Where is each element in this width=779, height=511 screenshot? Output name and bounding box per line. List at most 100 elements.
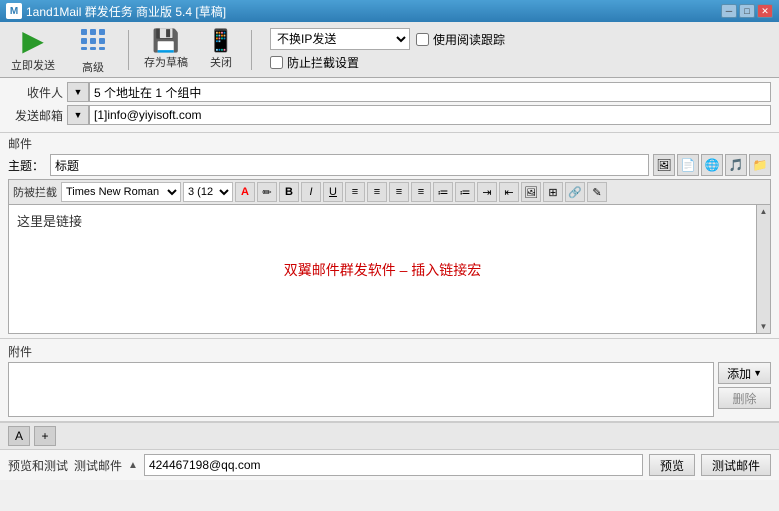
test-email-input[interactable]	[144, 454, 643, 476]
toolbar-separator-2	[251, 30, 252, 70]
editor-toolbar: 防被拦截 Times New Roman 3 (12 A ✏ B I U ≡ ≡…	[8, 179, 771, 204]
minimize-button[interactable]: ─	[721, 4, 737, 18]
advanced-label: 高级	[82, 59, 104, 75]
toolbar-right: 不换IP发送 换IP发送 轮换发送 使用阅读跟踪 防止拦截设置	[270, 28, 505, 71]
save-draft-icon: 💾	[152, 30, 179, 52]
italic-button[interactable]: I	[301, 182, 321, 202]
preview-button[interactable]: 预览	[649, 454, 695, 476]
track-checkbox[interactable]	[416, 33, 429, 46]
send-now-button[interactable]: ▶ 立即发送	[6, 24, 60, 76]
send-mode-select[interactable]: 不换IP发送 换IP发送 轮换发送	[270, 28, 410, 50]
delete-attachment-button[interactable]: 删除	[718, 387, 771, 409]
plus-button-label: +	[41, 429, 48, 443]
a-button-label: A	[15, 429, 23, 443]
subject-icons: 🖼 📄 🌐 🎵 📁	[653, 154, 771, 176]
close-draft-button[interactable]: 📱 关闭	[201, 27, 241, 73]
form-area: 收件人 ▼ 发送邮箱 ▼	[0, 78, 779, 133]
maximize-button[interactable]: □	[739, 4, 755, 18]
close-draft-label: 关闭	[210, 54, 232, 70]
add-attachment-button[interactable]: 添加 ▼	[718, 362, 771, 384]
title-bar: M 1and1Mail 群发任务 商业版 5.4 [草稿] ─ □ ✕	[0, 0, 779, 22]
preview-section-label: 预览和测试	[8, 457, 68, 474]
bold-button[interactable]: B	[279, 182, 299, 202]
editor-body-inner: 这里是链接 双翼邮件群发软件 – 插入链接宏	[17, 211, 748, 280]
recipient-label: 收件人	[8, 84, 63, 101]
editor-center-text: 双翼邮件群发软件 – 插入链接宏	[17, 260, 748, 280]
toolbar-separator-1	[128, 30, 129, 70]
attachment-content: 添加 ▼ 删除	[8, 362, 771, 417]
editor-link-text: 这里是链接	[17, 211, 748, 230]
insert-image-button[interactable]: 🖼	[521, 182, 541, 202]
subject-row: 主题： 🖼 📄 🌐 🎵 📁	[8, 154, 771, 176]
subject-input[interactable]	[50, 154, 649, 176]
add-dropdown-arrow: ▼	[753, 368, 762, 378]
outdent-button[interactable]: ⇤	[499, 182, 519, 202]
bottom-area: A +	[0, 422, 779, 449]
close-button[interactable]: ✕	[757, 4, 773, 18]
attachment-buttons: 添加 ▼ 删除	[718, 362, 771, 417]
insert-link-button[interactable]: 🔗	[565, 182, 585, 202]
send-mode-row: 不换IP发送 换IP发送 轮换发送 使用阅读跟踪	[270, 28, 505, 50]
edit-source-button[interactable]: ✎	[587, 182, 607, 202]
subject-icon-image[interactable]: 🖼	[653, 154, 675, 176]
mail-section-label: 邮件	[8, 135, 771, 152]
test-email-arrow-icon: ▲	[128, 460, 138, 471]
attachment-label: 附件	[8, 343, 771, 360]
block-checkbox[interactable]	[270, 56, 283, 69]
add-attachment-label: 添加	[727, 365, 751, 382]
align-justify-button[interactable]: ≡	[411, 182, 431, 202]
track-label: 使用阅读跟踪	[433, 31, 505, 48]
send-now-icon: ▶	[22, 27, 44, 55]
delete-attachment-label: 删除	[733, 390, 757, 407]
subject-icon-web[interactable]: 🌐	[701, 154, 723, 176]
indent-button[interactable]: ⇥	[477, 182, 497, 202]
font-color-button[interactable]: A	[235, 182, 255, 202]
advanced-icon	[79, 25, 107, 57]
save-draft-button[interactable]: 💾 存为草稿	[139, 27, 193, 73]
align-center-button[interactable]: ≡	[367, 182, 387, 202]
save-draft-label: 存为草稿	[144, 54, 188, 70]
attachment-list	[8, 362, 714, 417]
recipient-dropdown[interactable]: ▼	[67, 82, 89, 102]
font-size-select[interactable]: 3 (12	[183, 182, 233, 202]
scrollbar[interactable]: ▲ ▼	[756, 205, 770, 333]
subject-icon-folder[interactable]: 📁	[749, 154, 771, 176]
preview-area: 预览和测试 测试邮件 ▲ 预览 测试邮件	[0, 449, 779, 480]
send-now-label: 立即发送	[11, 57, 55, 73]
sender-row: 发送邮箱 ▼	[8, 105, 771, 125]
window-title: 1and1Mail 群发任务 商业版 5.4 [草稿]	[26, 3, 226, 20]
plus-button[interactable]: +	[34, 426, 56, 446]
antispam-label: 防被拦截	[13, 184, 57, 200]
align-left-button[interactable]: ≡	[345, 182, 365, 202]
main-toolbar: ▶ 立即发送 高级 💾 存为草稿 📱 关闭	[0, 22, 779, 78]
sender-label: 发送邮箱	[8, 107, 63, 124]
align-right-button[interactable]: ≡	[389, 182, 409, 202]
track-checkbox-row: 使用阅读跟踪	[416, 31, 505, 48]
block-checkbox-row: 防止拦截设置	[270, 54, 505, 71]
sender-dropdown[interactable]: ▼	[67, 105, 89, 125]
list-unordered-button[interactable]: ≔	[433, 182, 453, 202]
block-label: 防止拦截设置	[287, 54, 359, 71]
subject-icon-doc[interactable]: 📄	[677, 154, 699, 176]
sender-input[interactable]	[89, 105, 771, 125]
close-draft-icon: 📱	[207, 30, 234, 52]
a-button[interactable]: A	[8, 426, 30, 446]
subject-label: 主题：	[8, 157, 44, 174]
font-name-select[interactable]: Times New Roman	[61, 182, 181, 202]
title-bar-left: M 1and1Mail 群发任务 商业版 5.4 [草稿]	[6, 3, 226, 20]
title-controls: ─ □ ✕	[721, 4, 773, 18]
attachment-area: 附件 添加 ▼ 删除	[0, 339, 779, 422]
test-email-button[interactable]: 测试邮件	[701, 454, 771, 476]
test-email-label: 测试邮件	[74, 457, 122, 474]
highlight-button[interactable]: ✏	[257, 182, 277, 202]
list-ordered-button[interactable]: ≔	[455, 182, 475, 202]
underline-button[interactable]: U	[323, 182, 343, 202]
recipient-input[interactable]	[89, 82, 771, 102]
editor-body[interactable]: 这里是链接 双翼邮件群发软件 – 插入链接宏 ▲ ▼	[8, 204, 771, 334]
advanced-button[interactable]: 高级	[68, 22, 118, 78]
mail-section: 邮件 主题： 🖼 📄 🌐 🎵 📁 防被拦截 Times New Roman 3 …	[0, 133, 779, 339]
app-icon: M	[6, 3, 22, 19]
subject-icon-music[interactable]: 🎵	[725, 154, 747, 176]
recipient-row: 收件人 ▼	[8, 82, 771, 102]
insert-table-button[interactable]: ⊞	[543, 182, 563, 202]
